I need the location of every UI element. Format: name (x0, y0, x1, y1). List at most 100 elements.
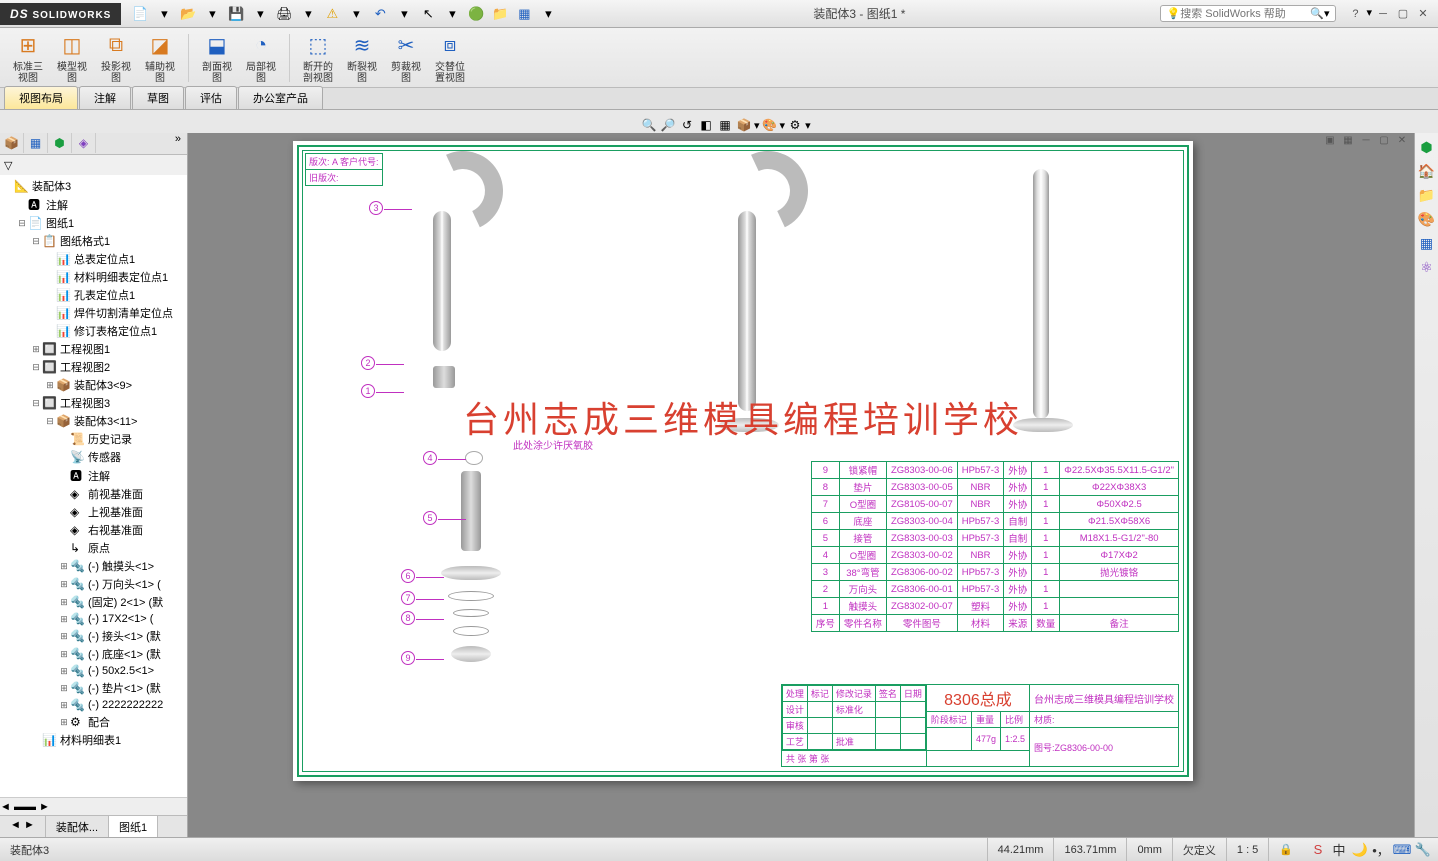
dropdown-icon[interactable]: ▾ (537, 3, 559, 25)
dropdown-icon[interactable]: ▾ (393, 3, 415, 25)
tree-item[interactable]: 📊孔表定位点1 (2, 286, 185, 304)
view-palette-icon[interactable]: 🎨 (1417, 209, 1437, 229)
tree-item[interactable]: 🅰注解 (2, 466, 185, 485)
tree-item[interactable]: ◈右视基准面 (2, 521, 185, 539)
ribbon-detail[interactable]: ◔局部视图 (241, 30, 281, 86)
hide-show-icon[interactable]: 📦 (735, 116, 753, 134)
tab-evaluate[interactable]: 评估 (185, 86, 237, 109)
tree-item[interactable]: ⊞🔩(-) 底座<1> (默 (2, 645, 185, 663)
settings-icon[interactable]: ▦ (513, 3, 535, 25)
dropdown-icon[interactable]: ▾ (153, 3, 175, 25)
ribbon-std3view[interactable]: ⊞标准三视图 (8, 30, 48, 86)
file-explorer-icon[interactable]: 📁 (1417, 185, 1437, 205)
custom-props-icon[interactable]: ⚛ (1417, 257, 1437, 277)
tree-item[interactable]: ⊞🔩(-) 2222222222 (2, 697, 185, 713)
balloon-1[interactable]: 1 (361, 384, 375, 398)
tree-item[interactable]: ◈上视基准面 (2, 503, 185, 521)
fm-tab-dim[interactable]: ◈ (72, 133, 96, 153)
open-icon[interactable]: 📂 (177, 3, 199, 25)
appearances-icon[interactable]: ▦ (1417, 233, 1437, 253)
tree-item[interactable]: 📡传感器 (2, 448, 185, 466)
tray-punct-icon[interactable]: •， (1372, 841, 1390, 859)
help-button[interactable]: ? (1346, 6, 1364, 22)
zoomfit-icon[interactable]: 🔍 (640, 116, 658, 134)
dropdown-icon[interactable]: ▾ (345, 3, 367, 25)
ribbon-modelview[interactable]: ◫模型视图 (52, 30, 92, 86)
tree-item[interactable]: ⊞🔩(-) 50x2.5<1> (2, 663, 185, 679)
doc-min-icon[interactable]: ─ (1358, 133, 1374, 147)
fm-collapse[interactable]: » (169, 133, 187, 154)
prev-view-icon[interactable]: ↺ (678, 116, 696, 134)
tree-item[interactable]: ◈前视基准面 (2, 485, 185, 503)
ribbon-auxview[interactable]: ◪辅助视图 (140, 30, 180, 86)
tree-item[interactable]: ⊞⚙配合 (2, 713, 185, 731)
design-lib-icon[interactable]: 🏠 (1417, 161, 1437, 181)
view-iso-icon[interactable]: ▦ (1340, 133, 1356, 147)
tree-item[interactable]: ⊟🔲工程视图2 (2, 358, 185, 376)
feature-tree[interactable]: 📐装配体3🅰注解⊟📄图纸1⊟📋图纸格式1📊总表定位点1📊材料明细表定位点1📊孔表… (0, 175, 187, 797)
tree-scroll[interactable]: ◄ ▬▬ ► (0, 797, 187, 815)
balloon-3[interactable]: 3 (369, 201, 383, 215)
tree-item[interactable]: ⊟🔲工程视图3 (2, 394, 185, 412)
tree-item[interactable]: ⊞🔲工程视图1 (2, 340, 185, 358)
dropdown-icon[interactable]: ▾ (249, 3, 271, 25)
tree-item[interactable]: ⊞🔩(-) 接头<1> (默 (2, 627, 185, 645)
tray-ime-icon[interactable]: S (1309, 841, 1327, 859)
tree-item[interactable]: 📐装配体3 (2, 177, 185, 195)
tree-item[interactable]: ⊟📦装配体3<11> (2, 412, 185, 430)
options-icon[interactable]: 📁 (489, 3, 511, 25)
dropdown-icon[interactable]: ▾ (441, 3, 463, 25)
tree-item[interactable]: ⊟📄图纸1 (2, 214, 185, 232)
tree-item[interactable]: 🅰注解 (2, 195, 185, 214)
ribbon-crop[interactable]: ✂剪裁视图 (386, 30, 426, 86)
doc-max-icon[interactable]: ▢ (1376, 133, 1392, 147)
search-input[interactable] (1180, 8, 1310, 20)
drawing-canvas[interactable]: ▣ ▦ ─ ▢ ✕ 版次: A 客户代号: 旧版次: 1 2 (188, 133, 1414, 837)
search-icon[interactable]: 🔍 (1310, 7, 1324, 20)
ribbon-projview[interactable]: ⧉投影视图 (96, 30, 136, 86)
ribbon-altpos[interactable]: ⧈交替位置视图 (430, 30, 470, 86)
tree-item[interactable]: ⊞🔩(-) 17X2<1> ( (2, 611, 185, 627)
view-settings-icon[interactable]: ⚙ (786, 116, 804, 134)
balloon-9[interactable]: 9 (401, 651, 415, 665)
tree-item[interactable]: ⊞🔩(固定) 2<1> (默 (2, 593, 185, 611)
save-icon[interactable]: 💾 (225, 3, 247, 25)
tree-item[interactable]: 📊修订表格定位点1 (2, 322, 185, 340)
fm-tab-feature[interactable]: 📦 (0, 133, 24, 153)
tree-item[interactable]: ⊞🔩(-) 万向头<1> ( (2, 575, 185, 593)
apply-scene-icon[interactable]: 🎨 (761, 116, 779, 134)
tree-item[interactable]: 📊总表定位点1 (2, 250, 185, 268)
sheet-tab-0[interactable]: 装配体... (46, 816, 109, 837)
tree-item[interactable]: ⊞🔩(-) 触摸头<1> (2, 557, 185, 575)
displaystyle-icon[interactable]: ▦ (716, 116, 734, 134)
tree-item[interactable]: 📊焊件切割清单定位点 (2, 304, 185, 322)
bom-table[interactable]: 9锁紧帽ZG8303-00-06HPb57-3外协1Φ22.5XΦ35.5X11… (811, 461, 1179, 632)
status-lock-icon[interactable]: 🔒 (1268, 838, 1303, 861)
tray-lang-icon[interactable]: 中 (1330, 841, 1348, 859)
balloon-8[interactable]: 8 (401, 611, 415, 625)
help-search[interactable]: 💡 🔍▾ (1160, 5, 1337, 22)
undo-icon[interactable]: ↶ (369, 3, 391, 25)
tab-sketch[interactable]: 草图 (132, 86, 184, 109)
fm-tab-property[interactable]: ▦ (24, 133, 48, 153)
close-button[interactable]: ✕ (1414, 6, 1432, 22)
balloon-5[interactable]: 5 (423, 511, 437, 525)
check-icon[interactable]: ⚠ (321, 3, 343, 25)
dropdown-icon[interactable]: ▾ (201, 3, 223, 25)
resources-icon[interactable]: ⬢ (1417, 137, 1437, 157)
balloon-4[interactable]: 4 (423, 451, 437, 465)
tray-moon-icon[interactable]: 🌙 (1351, 841, 1369, 859)
balloon-2[interactable]: 2 (361, 356, 375, 370)
zoomarea-icon[interactable]: 🔎 (659, 116, 677, 134)
tree-item[interactable]: ⊞🔩(-) 垫片<1> (默 (2, 679, 185, 697)
ribbon-broken-section[interactable]: ⬚断开的剖视图 (298, 30, 338, 86)
new-icon[interactable]: 📄 (129, 3, 151, 25)
tree-item[interactable]: ⊟📋图纸格式1 (2, 232, 185, 250)
sectionview-icon[interactable]: ◧ (697, 116, 715, 134)
sheet-tab-1[interactable]: 图纸1 (109, 816, 158, 837)
select-icon[interactable]: ↖ (417, 3, 439, 25)
filter-icon[interactable]: ▽ (4, 159, 12, 172)
rebuild-icon[interactable]: 🟢 (465, 3, 487, 25)
balloon-6[interactable]: 6 (401, 569, 415, 583)
sheet-tab-model[interactable]: ◄ ► (0, 816, 46, 837)
